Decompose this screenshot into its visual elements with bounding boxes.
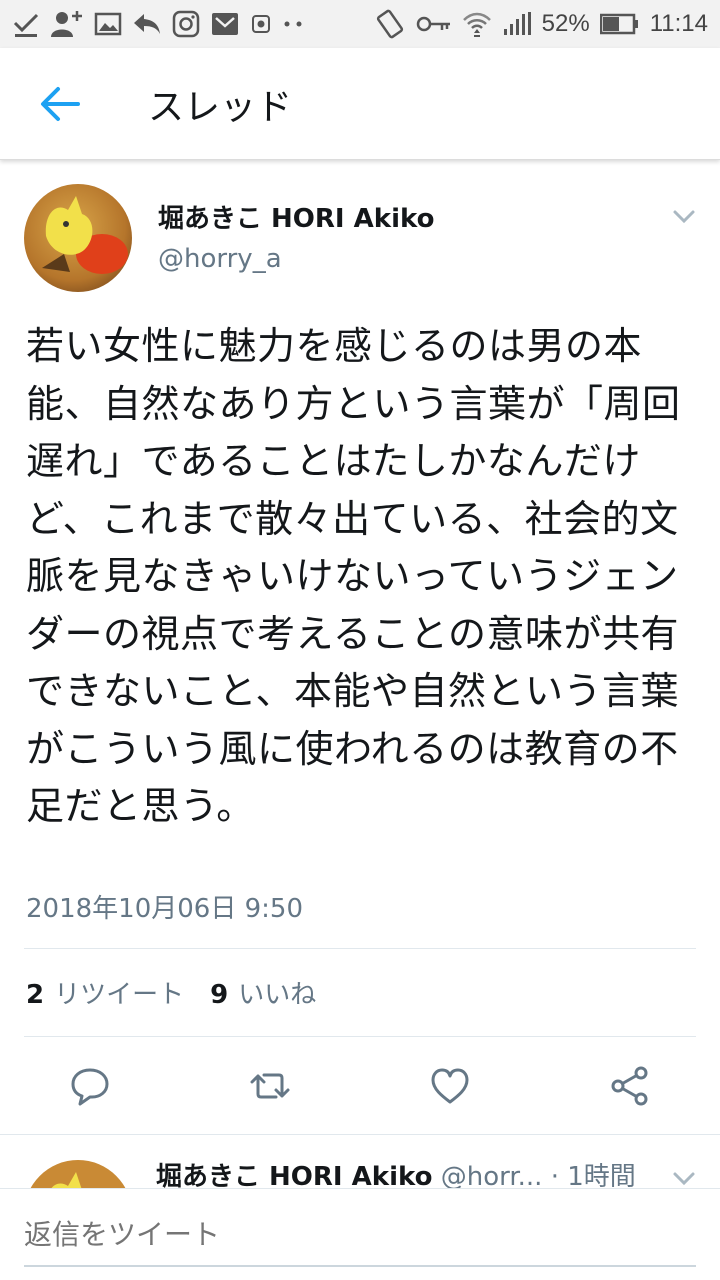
record-icon: [250, 9, 272, 39]
next-tweet[interactable]: 堀あきこ HORI Akiko @horr... · 1時間: [0, 1136, 720, 1188]
signal-icon: [502, 9, 532, 39]
avatar[interactable]: [24, 1160, 132, 1188]
add-user-icon: [50, 9, 84, 39]
page-title: スレッド: [148, 86, 293, 128]
divider: [0, 1134, 720, 1135]
key-icon: [416, 9, 452, 39]
tweet-time: · 1時間: [550, 1162, 636, 1188]
status-bar-right: 52% 11:14: [374, 9, 708, 39]
chevron-down-icon[interactable]: [670, 1164, 698, 1188]
back-arrow-icon: [41, 86, 80, 121]
wifi-icon: [462, 9, 492, 39]
tweet-detail: 堀あきこ HORI Akiko @horry_a 若い女性に魅力を感じるのは男の…: [0, 162, 720, 1135]
share-icon[interactable]: [608, 1064, 652, 1108]
dots-icon: [282, 9, 304, 39]
instagram-icon: [172, 9, 200, 39]
retweet-stat[interactable]: 2 リツイート: [26, 974, 184, 1011]
tweet-author: 堀あきこ HORI Akiko @horry_a: [0, 162, 720, 312]
avatar[interactable]: [24, 184, 132, 292]
author-handle[interactable]: @horr...: [441, 1162, 543, 1188]
clock: 11:14: [649, 10, 708, 37]
mail-icon: [210, 9, 240, 39]
battery-percent: 52%: [541, 10, 590, 37]
status-bar-left: [12, 9, 304, 39]
like-label: いいね: [238, 980, 317, 1010]
reply-bar: [0, 1188, 720, 1280]
like-stat[interactable]: 9 いいね: [210, 974, 316, 1011]
author-name[interactable]: 堀あきこ HORI Akiko: [156, 1162, 432, 1188]
status-bar: 52% 11:14: [0, 0, 720, 48]
app-header: スレッド: [0, 48, 720, 160]
chevron-down-icon[interactable]: [670, 202, 698, 230]
reply-icon: [132, 9, 162, 39]
tweet-timestamp: 2018年10月06日 9:50: [26, 894, 303, 924]
tweet-actions: [0, 1038, 720, 1134]
author-handle[interactable]: @horry_a: [158, 244, 282, 274]
rotate-icon: [374, 9, 406, 39]
retweet-icon[interactable]: [248, 1064, 292, 1108]
check-icon: [12, 9, 40, 39]
like-icon[interactable]: [428, 1064, 472, 1108]
divider: [24, 948, 696, 949]
tweet-text: 若い女性に魅力を感じるのは男の本能、自然なあり方という言葉が「周回遅れ」であるこ…: [26, 324, 681, 828]
tweet-stats: 2 リツイート 9 いいね: [26, 974, 316, 1011]
like-count: 9: [210, 980, 229, 1010]
image-icon: [94, 9, 122, 39]
reply-input[interactable]: [24, 1209, 696, 1259]
reply-icon[interactable]: [68, 1064, 112, 1108]
battery-icon: [599, 9, 640, 39]
back-button[interactable]: [0, 48, 120, 160]
divider: [24, 1036, 696, 1037]
retweet-label: リツイート: [54, 980, 185, 1010]
author-name[interactable]: 堀あきこ HORI Akiko: [158, 198, 434, 235]
reply-underline: [24, 1265, 696, 1267]
next-tweet-header: 堀あきこ HORI Akiko @horr... · 1時間: [156, 1156, 636, 1188]
retweet-count: 2: [26, 980, 45, 1010]
